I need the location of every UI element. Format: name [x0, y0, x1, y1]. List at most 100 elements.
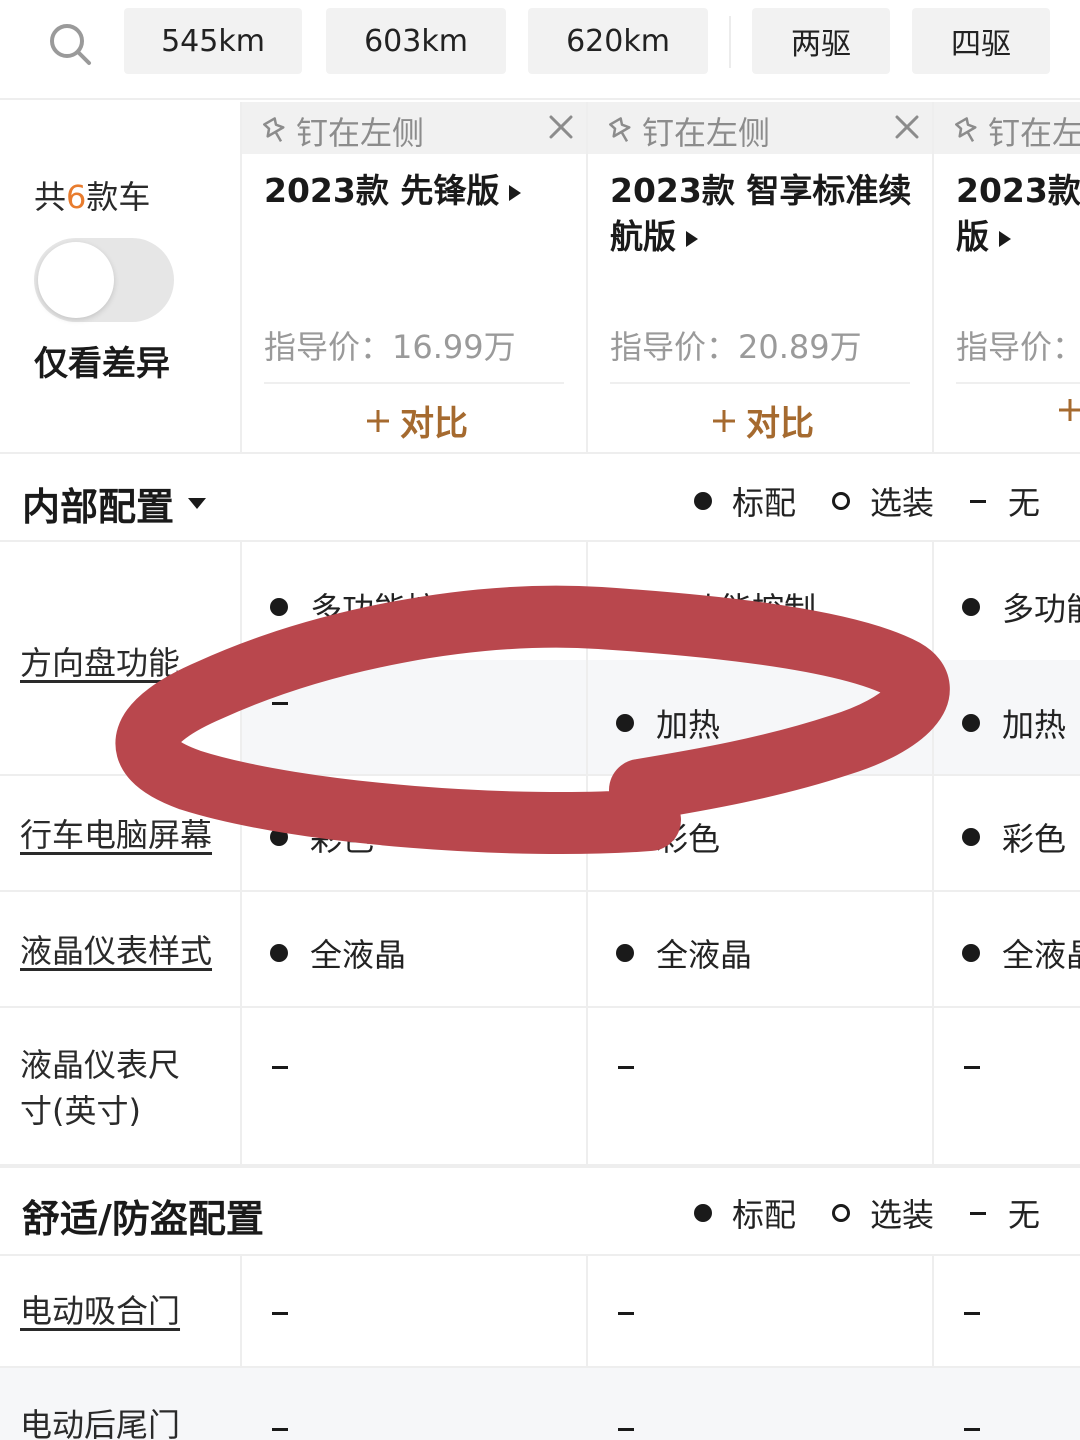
spec-value: 彩色 — [616, 814, 720, 860]
plus-icon — [713, 409, 735, 432]
filled-dot-icon — [962, 944, 980, 962]
dash-icon — [964, 1066, 980, 1069]
spec-value: 彩色 — [270, 814, 374, 860]
car-price: 指导价： — [956, 328, 1080, 366]
filled-dot-icon — [694, 1204, 712, 1222]
filled-dot-icon — [270, 828, 288, 846]
dash-icon — [964, 1428, 980, 1431]
dash-icon — [272, 1066, 288, 1069]
dash-icon — [618, 1428, 634, 1431]
pin-left-button[interactable]: 钉在左侧 — [606, 108, 770, 154]
filled-dot-icon — [616, 598, 634, 616]
spec-value-none — [272, 1066, 288, 1069]
spec-row-steering: 方向盘功能 多功能控制 多功能控制 多功能 加热 加热 — [0, 542, 1080, 776]
section-header-interior: 内部配置 标配 选装 无 — [0, 452, 1080, 542]
filled-dot-icon — [616, 944, 634, 962]
car-title[interactable]: 2023款 先锋版 — [264, 168, 522, 214]
spec-label: 液晶仪表尺 寸(英寸) — [20, 1046, 181, 1130]
hollow-dot-icon — [832, 1204, 850, 1222]
filter-chip-545km[interactable]: 545km — [124, 8, 302, 74]
filled-dot-icon — [616, 828, 634, 846]
dash-icon — [970, 499, 986, 503]
section-title[interactable]: 舒适/防盗配置 — [22, 1188, 264, 1243]
pin-icon — [609, 117, 631, 143]
spec-value: 全液晶 — [616, 930, 752, 976]
add-compare-button[interactable] — [1056, 396, 1080, 424]
spec-value-none — [272, 1428, 288, 1431]
compare-label: 对比 — [400, 404, 468, 444]
spec-value-none — [964, 1312, 980, 1315]
divider — [264, 382, 564, 384]
filter-chip-620km[interactable]: 620km — [528, 8, 708, 74]
spec-value: 多功能控制 — [270, 584, 470, 630]
expand-arrow-icon — [686, 230, 698, 247]
spec-value: 彩色 — [962, 814, 1066, 860]
divider — [956, 382, 1080, 384]
filled-dot-icon — [962, 714, 980, 732]
spec-value-none — [964, 1428, 980, 1431]
spec-value-none — [272, 702, 288, 705]
pin-left-button[interactable]: 钉在左 — [952, 108, 1080, 154]
pin-icon — [955, 117, 977, 143]
dash-icon — [272, 702, 288, 705]
spec-value-none — [618, 1312, 634, 1315]
pin-icon — [263, 117, 285, 143]
car-count: 共6款车 — [34, 178, 151, 216]
spec-row-soft-close: 电动吸合门 — [0, 1256, 1080, 1368]
filter-divider — [729, 16, 731, 68]
filter-chip-2wd[interactable]: 两驱 — [752, 8, 890, 74]
spec-row-tailgate: 电动后尾门 — [0, 1368, 1080, 1440]
spec-row-lcd-style: 液晶仪表样式 全液晶 全液晶 全液晶 — [0, 892, 1080, 1008]
add-compare-button[interactable]: 对比 — [364, 396, 468, 445]
legend-none: 无 — [970, 478, 1040, 524]
legend-none: 无 — [970, 1190, 1040, 1236]
legend-optional: 选装 — [832, 478, 934, 524]
divider — [610, 382, 910, 384]
hollow-dot-icon — [832, 492, 850, 510]
dash-icon — [618, 1066, 634, 1069]
spec-label[interactable]: 电动后尾门 — [20, 1402, 180, 1440]
filled-dot-icon — [694, 492, 712, 510]
plus-icon — [367, 409, 389, 432]
search-icon[interactable] — [46, 20, 94, 68]
dash-icon — [272, 1312, 288, 1315]
spec-label[interactable]: 行车电脑屏幕 — [20, 812, 212, 858]
diff-only-toggle[interactable] — [34, 238, 174, 322]
spec-label[interactable]: 液晶仪表样式 — [20, 928, 212, 974]
filled-dot-icon — [270, 598, 288, 616]
pin-left-button[interactable]: 钉在左侧 — [260, 108, 424, 154]
pin-label: 钉在左侧 — [642, 114, 771, 152]
section-header-comfort: 舒适/防盗配置 标配 选装 无 — [0, 1166, 1080, 1256]
filter-chip-603km[interactable]: 603km — [326, 8, 506, 74]
toggle-knob — [38, 242, 114, 318]
filter-chip-4wd[interactable]: 四驱 — [912, 8, 1050, 74]
dash-icon — [964, 1312, 980, 1315]
car-price: 指导价：20.89万 — [610, 328, 862, 366]
filled-dot-icon — [962, 828, 980, 846]
close-icon[interactable] — [892, 112, 922, 142]
legend-standard: 标配 — [694, 478, 796, 524]
spec-value: 全液晶 — [270, 930, 406, 976]
car-price: 指导价：16.99万 — [264, 328, 516, 366]
spec-value: 全液晶 — [962, 930, 1080, 976]
section-title[interactable]: 内部配置 — [22, 476, 207, 531]
spec-label[interactable]: 电动吸合门 — [20, 1288, 180, 1334]
filled-dot-icon — [616, 714, 634, 732]
spec-label[interactable]: 方向盘功能 — [20, 640, 180, 686]
plus-icon — [1059, 399, 1080, 421]
car-title[interactable]: 2023款 智享标准续 航版 — [610, 168, 911, 260]
dash-icon — [618, 1312, 634, 1315]
spec-value: 多功能控制 — [616, 584, 816, 630]
row-shade — [242, 660, 586, 774]
spec-value-none — [964, 1066, 980, 1069]
spec-value-none — [618, 1066, 634, 1069]
dash-icon — [970, 1211, 986, 1215]
car-title[interactable]: 2023款 版 — [956, 168, 1080, 260]
spec-value: 加热 — [962, 700, 1066, 746]
add-compare-button[interactable]: 对比 — [710, 396, 814, 445]
pin-label: 钉在左侧 — [296, 114, 425, 152]
pin-label: 钉在左 — [988, 114, 1080, 152]
expand-arrow-icon — [509, 184, 522, 201]
legend-optional: 选装 — [832, 1190, 934, 1236]
close-icon[interactable] — [546, 112, 576, 142]
